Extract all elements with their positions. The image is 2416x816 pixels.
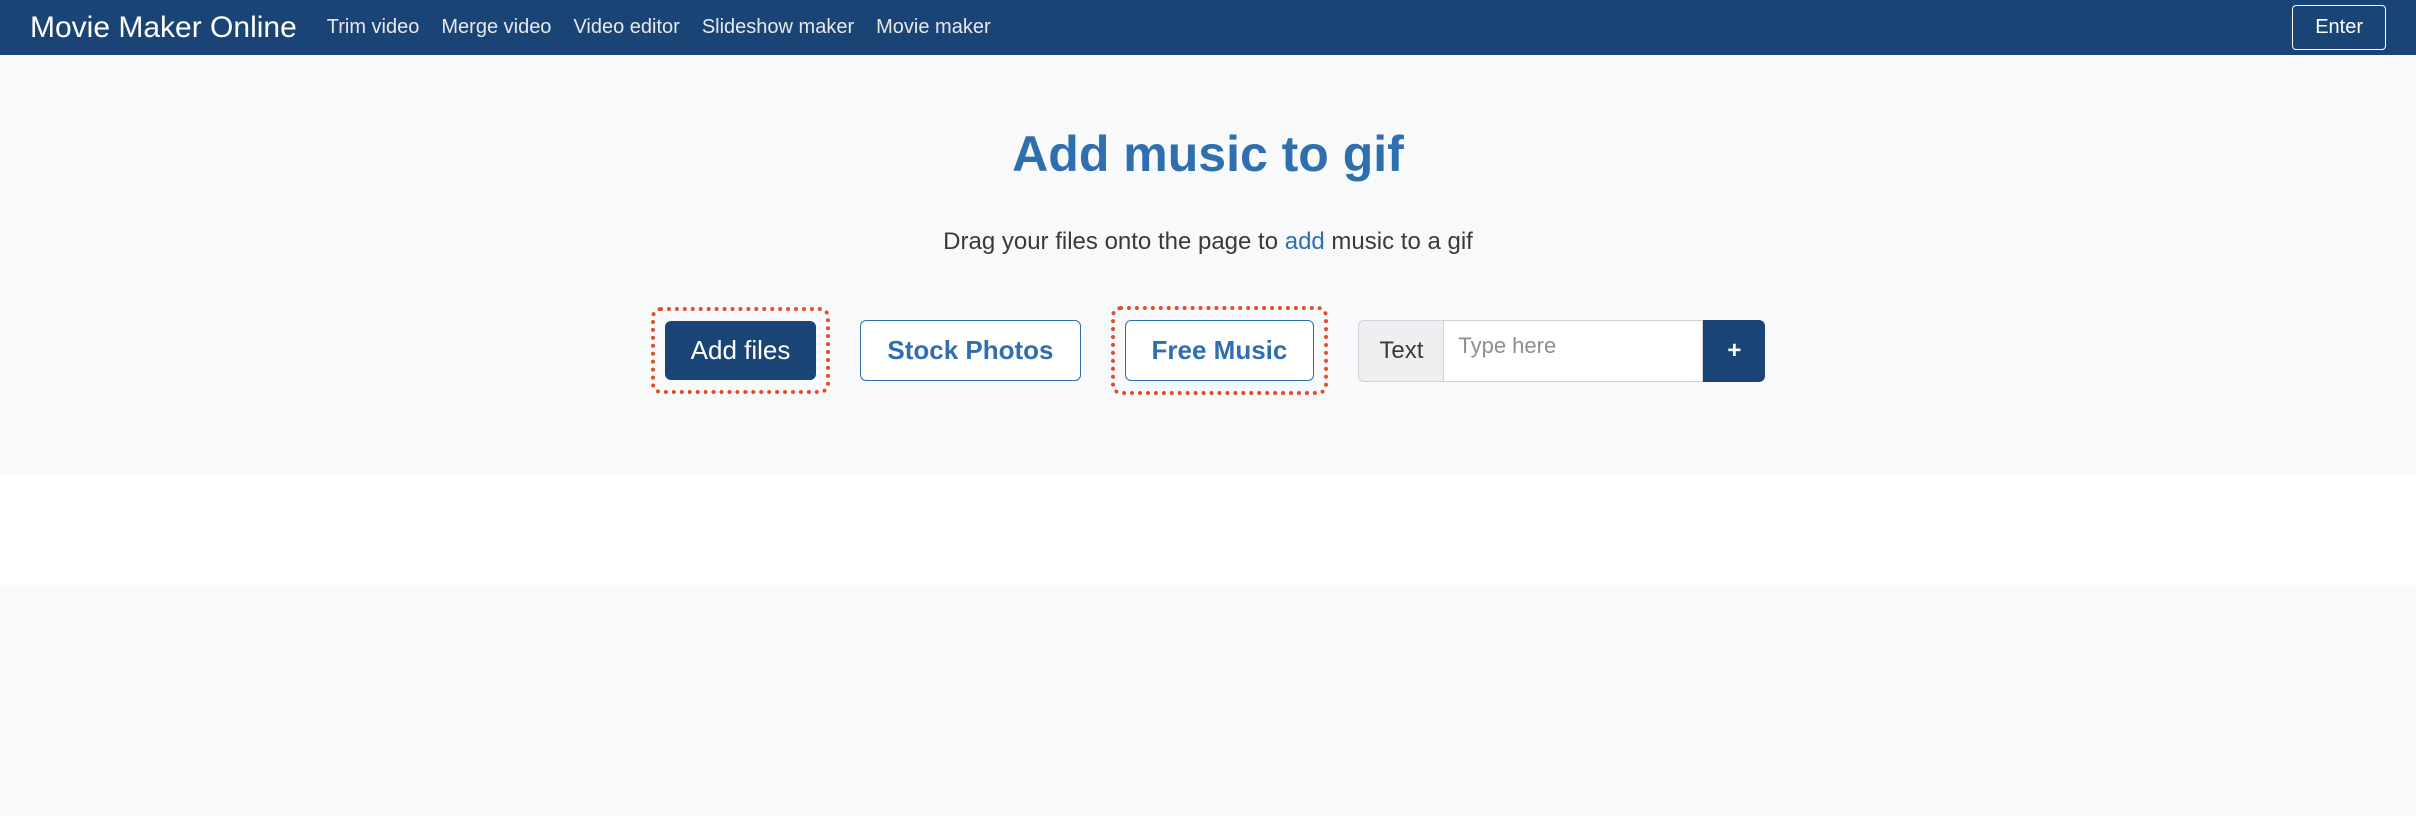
text-input[interactable] <box>1443 320 1703 382</box>
hero-section: Add music to gif Drag your files onto th… <box>0 55 2416 475</box>
hero-subtitle: Drag your files onto the page to add mus… <box>0 228 2416 256</box>
nav-merge-video[interactable]: Merge video <box>441 16 551 39</box>
add-text-button[interactable]: + <box>1703 320 1765 382</box>
add-files-button[interactable]: Add files <box>665 321 817 380</box>
text-label: Text <box>1358 320 1443 382</box>
enter-button[interactable]: Enter <box>2292 5 2386 50</box>
nav-slideshow-maker[interactable]: Slideshow maker <box>702 16 854 39</box>
nav-video-editor[interactable]: Video editor <box>573 16 679 39</box>
nav-links: Trim video Merge video Video editor Slid… <box>327 16 2292 39</box>
below-hero <box>0 475 2416 585</box>
add-files-highlight: Add files <box>651 307 831 394</box>
nav-trim-video[interactable]: Trim video <box>327 16 420 39</box>
subtitle-pre: Drag your files onto the page to <box>943 228 1285 255</box>
free-music-button[interactable]: Free Music <box>1125 320 1315 381</box>
text-input-group: Text + <box>1358 320 1765 382</box>
page-title: Add music to gif <box>0 125 2416 183</box>
add-link[interactable]: add <box>1285 228 1325 255</box>
brand-logo[interactable]: Movie Maker Online <box>30 11 297 45</box>
nav-movie-maker[interactable]: Movie maker <box>876 16 990 39</box>
navbar: Movie Maker Online Trim video Merge vide… <box>0 0 2416 55</box>
controls-row: Add files Stock Photos Free Music Text + <box>0 306 2416 395</box>
stock-photos-button[interactable]: Stock Photos <box>860 320 1080 381</box>
free-music-highlight: Free Music <box>1111 306 1329 395</box>
subtitle-post: music to a gif <box>1325 228 1473 255</box>
plus-icon: + <box>1727 337 1741 365</box>
